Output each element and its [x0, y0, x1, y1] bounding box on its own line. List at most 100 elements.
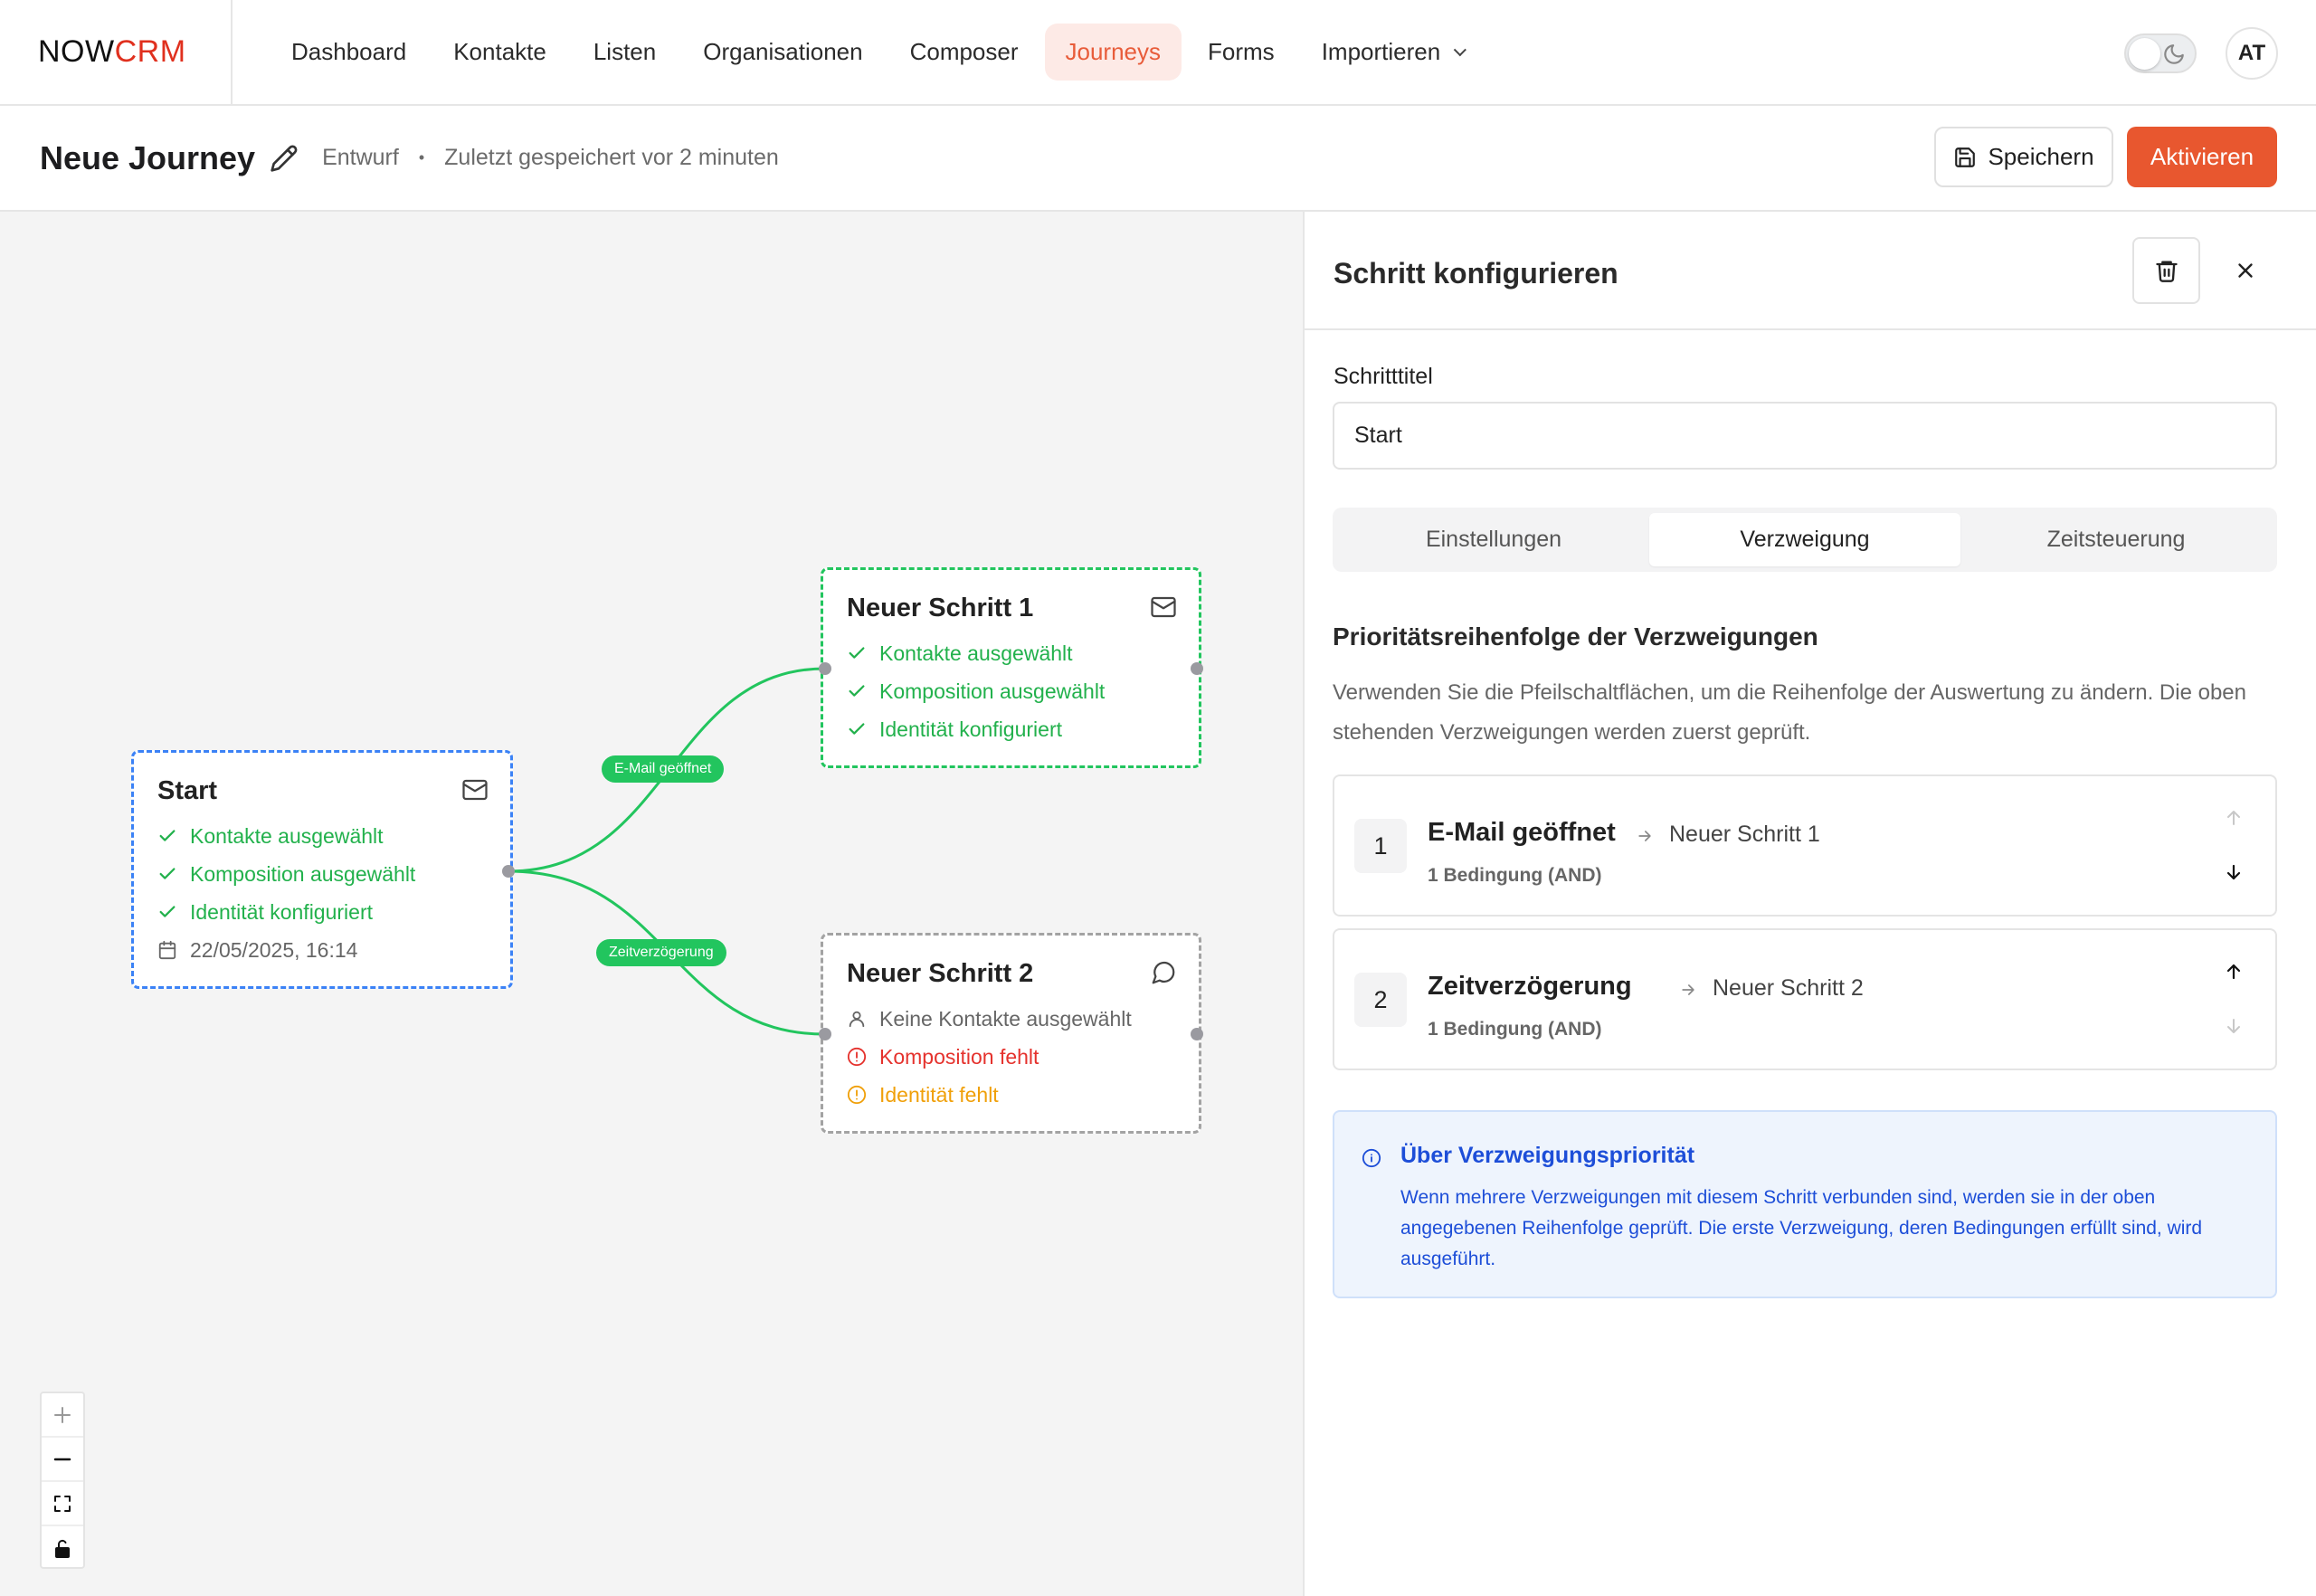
nav-item-importieren-label: Importieren	[1321, 38, 1441, 65]
close-icon	[2238, 263, 2253, 278]
calendar-icon	[158, 940, 176, 960]
tab-verzweigung[interactable]: Verzweigung	[1649, 513, 1960, 566]
branch-priority-number: 1	[1354, 819, 1407, 873]
node-status-line: Kontakte ausgewählt	[157, 817, 487, 855]
save-icon	[1955, 147, 1976, 167]
node-status-line: Identität fehlt	[847, 1076, 1175, 1114]
node-status-text: Identität fehlt	[879, 1082, 999, 1107]
node-start[interactable]: Start Kontakte ausgewählt Komposition au…	[131, 750, 513, 989]
mail-icon	[462, 779, 488, 801]
nav-item-importieren[interactable]: Importieren	[1301, 24, 1484, 81]
nav-item-dashboard[interactable]: Dashboard	[271, 24, 427, 81]
nav-item-listen[interactable]: Listen	[573, 24, 677, 81]
journey-canvas[interactable]: E-Mail geöffnet Zeitverzögerung Start Ko…	[0, 212, 1303, 1596]
arrow-up-icon[interactable]	[2223, 807, 2245, 829]
toggle-knob	[2129, 38, 2160, 70]
zoom-in-button[interactable]	[42, 1393, 83, 1438]
journey-title: Neue Journey	[40, 138, 256, 176]
branch-conditions: 1 Bedingung (AND)	[1428, 865, 1602, 886]
delete-step-button[interactable]	[2132, 237, 2200, 304]
node-status-text: Kontakte ausgewählt	[879, 641, 1073, 665]
arrow-up-icon[interactable]	[2223, 961, 2245, 983]
node-step-2[interactable]: Neuer Schritt 2 Keine Kontakte ausgewähl…	[821, 933, 1201, 1134]
node-title: Neuer Schritt 1	[847, 594, 1034, 622]
node-step-1[interactable]: Neuer Schritt 1 Kontakte ausgewählt Komp…	[821, 567, 1201, 768]
minus-icon	[53, 1458, 71, 1460]
activate-button[interactable]: Aktivieren	[2127, 127, 2277, 187]
node-title: Neuer Schritt 2	[847, 959, 1034, 988]
node-start-output-handle[interactable]	[502, 865, 515, 878]
check-icon	[849, 647, 865, 659]
alert-circle-icon	[847, 1047, 867, 1067]
arrow-right-icon	[1638, 831, 1651, 841]
brand-logo[interactable]: NOW CRM	[0, 0, 233, 105]
node-status-line: Komposition ausgewählt	[847, 672, 1175, 710]
branch-priority-info: Über Verzweigungspriorität Wenn mehrere …	[1333, 1110, 2277, 1298]
chevron-down-icon	[1453, 43, 1467, 56]
moon-icon	[2164, 44, 2184, 64]
node-status-text: Kontakte ausgewählt	[190, 823, 384, 848]
node-step-1-output-handle[interactable]	[1191, 662, 1203, 675]
last-saved-info: Zuletzt gespeichert vor 2 minuten	[444, 145, 779, 170]
lock-icon	[55, 1539, 70, 1558]
node-status-text: Identität konfiguriert	[190, 899, 374, 924]
fit-view-icon	[54, 1495, 71, 1512]
node-step-1-input-handle[interactable]	[819, 662, 831, 675]
node-status-line: Komposition fehlt	[847, 1038, 1175, 1076]
brand-logo-crm: CRM	[114, 34, 186, 69]
lock-button[interactable]	[42, 1526, 83, 1571]
nav-right: AT	[2124, 27, 2278, 80]
journey-header: Neue Journey Entwurf • Zuletzt gespeiche…	[0, 106, 2316, 212]
tab-einstellungen[interactable]: Einstellungen	[1338, 513, 1649, 566]
nav-item-forms[interactable]: Forms	[1187, 24, 1296, 81]
node-date-line: 22/05/2025, 16:14	[157, 931, 487, 969]
close-panel-button[interactable]	[2227, 252, 2264, 289]
tab-zeitsteuerung[interactable]: Zeitsteuerung	[1960, 513, 2272, 566]
arrow-down-icon[interactable]	[2223, 861, 2245, 883]
panel-title: Schritt konfigurieren	[1334, 257, 1618, 290]
nav-item-composer[interactable]: Composer	[889, 24, 1039, 81]
branch-row: 2 Zeitverzögerung Neuer Schritt 2 1 Bedi…	[1333, 928, 2277, 1070]
step-config-panel: Schritt konfigurieren Schritttitel Start…	[1303, 212, 2316, 1596]
node-status-line: Identität konfiguriert	[157, 893, 487, 931]
check-icon	[159, 868, 176, 879]
save-button-label: Speichern	[1988, 143, 2094, 170]
panel-header: Schritt konfigurieren	[1305, 212, 2316, 330]
check-icon	[159, 830, 176, 841]
node-step-2-output-handle[interactable]	[1191, 1028, 1203, 1040]
arrow-down-icon[interactable]	[2223, 1015, 2245, 1037]
edge-label-email-opened[interactable]: E-Mail geöffnet	[602, 755, 725, 783]
check-icon	[849, 685, 865, 697]
node-status-text: Identität konfiguriert	[879, 717, 1063, 741]
node-status-text: Keine Kontakte ausgewählt	[879, 1006, 1132, 1031]
theme-toggle[interactable]	[2124, 33, 2197, 73]
node-step-2-input-handle[interactable]	[819, 1028, 831, 1040]
nav-item-journeys[interactable]: Journeys	[1044, 24, 1182, 81]
nav-item-kontakte[interactable]: Kontakte	[432, 24, 567, 81]
branch-row: 1 E-Mail geöffnet Neuer Schritt 1 1 Bedi…	[1333, 774, 2277, 917]
edge-label-time-delay[interactable]: Zeitverzögerung	[596, 939, 726, 966]
user-avatar[interactable]: AT	[2226, 27, 2278, 80]
section-description: Verwenden Sie die Pfeilschaltflächen, um…	[1333, 680, 2246, 745]
mail-icon	[1151, 596, 1176, 618]
branch-target: Neuer Schritt 2	[1713, 975, 1864, 1001]
node-status-line: Keine Kontakte ausgewählt	[847, 1000, 1175, 1038]
node-status-text: Komposition ausgewählt	[879, 679, 1106, 703]
step-title-label: Schritttitel	[1334, 364, 1433, 389]
info-title: Über Verzweigungspriorität	[1400, 1143, 1695, 1168]
plus-icon	[54, 1406, 71, 1423]
branch-name: E-Mail geöffnet	[1428, 818, 1616, 847]
top-navigation: NOW CRM Dashboard Kontakte Listen Organis…	[0, 0, 2316, 106]
step-title-input[interactable]: Start	[1333, 402, 2277, 470]
zoom-out-button[interactable]	[42, 1438, 83, 1482]
save-button[interactable]: Speichern	[1934, 127, 2113, 187]
info-icon	[1362, 1148, 1381, 1168]
nav-item-organisationen[interactable]: Organisationen	[682, 24, 883, 81]
user-icon	[849, 1011, 865, 1028]
fit-view-button[interactable]	[42, 1482, 83, 1526]
arrow-right-icon	[1682, 984, 1694, 995]
pencil-icon[interactable]	[270, 144, 299, 173]
node-status-line: Identität konfiguriert	[847, 710, 1175, 748]
branch-conditions: 1 Bedingung (AND)	[1428, 1019, 1602, 1040]
info-text: Wenn mehrere Verzweigungen mit diesem Sc…	[1400, 1187, 2203, 1269]
